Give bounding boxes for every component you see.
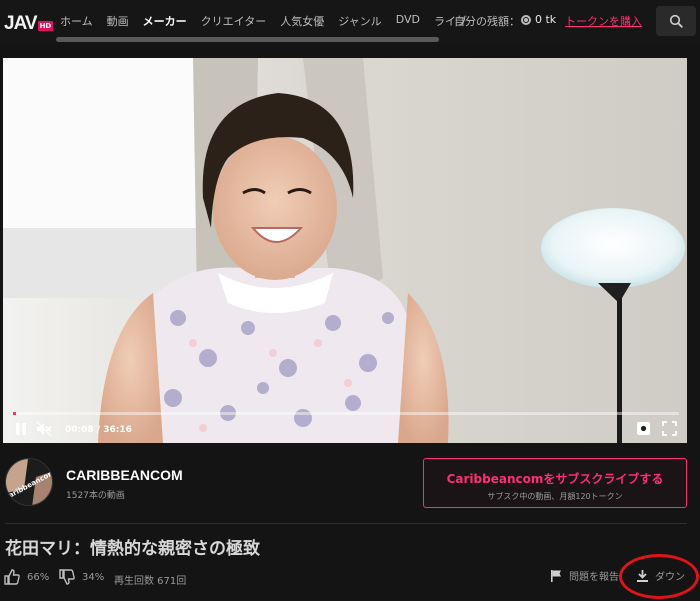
mute-button[interactable] — [36, 421, 52, 437]
report-button[interactable]: 問題を報告 — [550, 568, 619, 583]
main-nav: ホーム 動画 メーカー クリエイター 人気女優 ジャンル DVD ライブ — [60, 13, 481, 29]
search-button[interactable] — [656, 6, 696, 36]
buy-tokens-link[interactable]: トークンを購入 — [565, 13, 642, 29]
view-count: 再生回数 671回 — [114, 576, 187, 587]
dislike-percent: 34% — [82, 571, 105, 583]
fullscreen-button[interactable] — [662, 421, 677, 436]
balance-label: 自分の残額： — [454, 15, 520, 28]
like-button[interactable]: 66% — [3, 568, 49, 586]
site-header: JAV HD ホーム 動画 メーカー クリエイター 人気女優 ジャンル DVD … — [0, 0, 700, 44]
annotation-circle — [619, 554, 699, 599]
thumbs-down-icon — [59, 569, 75, 585]
speaker-muted-icon — [36, 421, 52, 437]
nav-genres[interactable]: ジャンル — [338, 13, 381, 29]
video-frame — [3, 58, 687, 443]
channel-avatar[interactable]: caribbeancom — [5, 458, 53, 506]
pause-button[interactable] — [15, 422, 27, 436]
time-separator: / — [93, 425, 104, 435]
pause-icon — [16, 423, 26, 435]
like-percent: 66% — [27, 571, 50, 583]
balance-amount: 0 tk — [535, 13, 557, 26]
nav-creators[interactable]: クリエイター — [201, 13, 267, 29]
video-title: 花田マリ：情熱的な親密さの極致 — [5, 539, 260, 559]
token-coin-icon — [521, 14, 531, 25]
video-time: 00:08 / 36:16 — [65, 425, 132, 435]
gear-icon — [637, 422, 650, 435]
nav-home[interactable]: ホーム — [60, 13, 93, 29]
settings-button[interactable] — [636, 421, 651, 436]
channel-video-count: 1527本の動画 — [66, 491, 125, 501]
subscribe-subtitle: サブスク中の動画、月額120トークン — [487, 492, 623, 501]
channel-avatar-image: caribbeancom — [6, 459, 52, 505]
subscribe-button[interactable]: Caribbeancomをサブスクライブする サブスク中の動画、月額120トーク… — [423, 458, 687, 508]
dislike-button[interactable]: 34% — [58, 568, 104, 586]
nav-dvd[interactable]: DVD — [396, 13, 420, 29]
thumbs-up-icon — [4, 569, 20, 585]
fullscreen-icon — [662, 421, 677, 436]
site-logo[interactable]: JAV HD — [4, 10, 54, 34]
flag-icon — [551, 569, 561, 582]
report-label: 問題を報告 — [569, 572, 619, 583]
video-progress-fill — [13, 412, 16, 415]
section-divider — [5, 523, 687, 524]
logo-text: JAV — [4, 13, 38, 34]
nav-scrollbar[interactable] — [56, 37, 439, 42]
search-icon — [669, 14, 683, 28]
nav-videos[interactable]: 動画 — [107, 13, 129, 29]
time-current: 00:08 — [65, 425, 94, 435]
balance-value: 0 tk — [521, 13, 556, 26]
video-progress-bar[interactable] — [13, 412, 679, 415]
logo-badge: HD — [37, 21, 54, 31]
nav-makers[interactable]: メーカー — [143, 13, 187, 29]
channel-name[interactable]: CARIBBEANCOM — [66, 467, 183, 483]
video-player[interactable]: 00:08 / 36:16 — [3, 58, 687, 443]
nav-popular-actresses[interactable]: 人気女優 — [280, 13, 324, 29]
subscribe-title: Caribbeancomをサブスクライブする — [446, 472, 664, 486]
time-total: 36:16 — [103, 425, 132, 435]
